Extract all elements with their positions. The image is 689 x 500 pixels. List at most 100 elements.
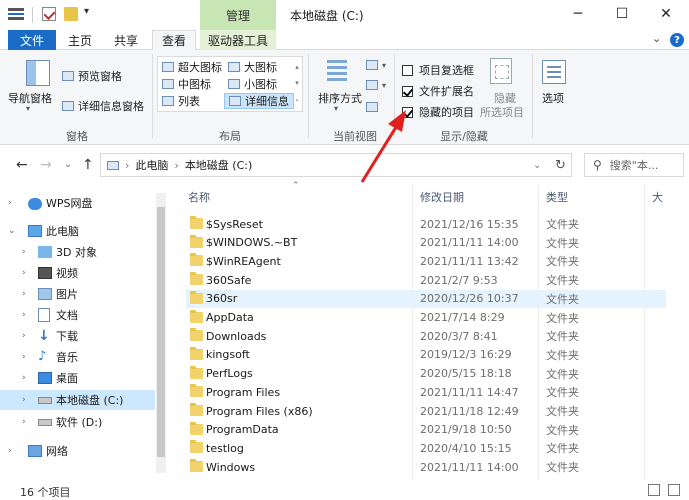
sort-by-button[interactable] (324, 58, 350, 86)
checkbox[interactable] (402, 106, 413, 118)
table-row[interactable]: $WinREAgent 2021/11/11 13:42 文件夹 (186, 252, 666, 270)
checkbox[interactable] (402, 64, 413, 76)
sidebar-item-music[interactable]: › ♪ 音乐 (0, 347, 155, 367)
details-pane-button[interactable]: 详细信息窗格 (62, 98, 144, 114)
tab-file[interactable]: 文件 (8, 30, 56, 50)
sort-by-label[interactable]: 排序方式 (318, 90, 362, 106)
expand-chevron-icon[interactable]: › (22, 417, 26, 427)
sidebar-item-videos[interactable]: › 视频 (0, 263, 155, 283)
table-row[interactable]: Windows 2021/11/11 14:00 文件夹 (186, 458, 666, 476)
column-header-name[interactable]: 名称 (188, 189, 210, 205)
video-icon (38, 267, 52, 279)
search-input[interactable]: ⚲ 搜索"本... (584, 153, 684, 177)
table-row[interactable]: ProgramData 2021/9/18 10:50 文件夹 (186, 421, 666, 439)
add-columns-button[interactable]: ▾ (366, 80, 386, 90)
table-row[interactable]: Program Files 2021/11/11 14:47 文件夹 (186, 383, 666, 401)
sidebar-item-desktop[interactable]: › 桌面 (0, 368, 155, 388)
table-row[interactable]: $SysReset 2021/12/16 15:35 文件夹 (186, 215, 666, 233)
layout-large-icons[interactable]: 大图标 (228, 59, 277, 75)
sort-by-chevron-down-icon[interactable]: ▾ (334, 104, 338, 113)
collapse-chevron-icon[interactable]: ⌄ (8, 226, 16, 236)
expand-chevron-icon[interactable]: › (22, 268, 26, 278)
collapse-ribbon-chevron-icon[interactable]: ⌄ (652, 32, 661, 45)
sidebar-item-software-d[interactable]: › 软件 (D:) (0, 412, 155, 432)
nav-pane-button[interactable] (18, 60, 58, 86)
minimize-button[interactable]: ─ (564, 2, 592, 26)
large-icons-view-icon[interactable] (668, 484, 680, 496)
tab-home[interactable]: 主页 (62, 30, 98, 50)
tab-share[interactable]: 共享 (108, 30, 144, 50)
explorer-app-icon[interactable] (8, 8, 24, 20)
column-header-type[interactable]: 类型 (546, 189, 568, 205)
table-row[interactable]: PerfLogs 2020/5/15 18:18 文件夹 (186, 365, 666, 383)
size-columns-button[interactable] (366, 102, 382, 112)
expand-chevron-icon[interactable]: › (22, 352, 26, 362)
details-view-icon[interactable] (648, 484, 660, 496)
table-row[interactable]: kingsoft 2019/12/3 16:29 文件夹 (186, 346, 666, 364)
table-row[interactable]: $WINDOWS.~BT 2021/11/11 14:00 文件夹 (186, 234, 666, 252)
expand-chevron-icon[interactable]: › (22, 247, 26, 257)
layout-details[interactable]: 详细信息 (224, 93, 294, 109)
tab-manage[interactable]: 管理 (200, 0, 276, 30)
recent-locations-chevron-icon[interactable]: ⌄ (64, 159, 72, 170)
options-button[interactable] (542, 60, 566, 84)
customize-quick-access-chevron-down-icon[interactable]: ▾ (84, 6, 89, 17)
preview-pane-button[interactable]: 预览窗格 (62, 68, 122, 84)
options-label[interactable]: 选项 (542, 90, 564, 106)
expand-chevron-icon[interactable]: › (22, 331, 26, 341)
expand-chevron-icon[interactable]: › (22, 289, 26, 299)
new-folder-icon[interactable] (64, 7, 78, 21)
breadcrumb-local-disk[interactable]: 本地磁盘 (C:) (185, 157, 252, 173)
nav-pane-scrollbar[interactable] (156, 193, 166, 473)
nav-pane-chevron-down-icon[interactable]: ▾ (26, 104, 30, 113)
sidebar-item-pictures[interactable]: › 图片 (0, 284, 155, 304)
table-row[interactable]: 360sr 2020/12/26 10:37 文件夹 (186, 289, 666, 308)
table-row[interactable]: AppData 2021/7/14 8:29 文件夹 (186, 309, 666, 327)
layout-list[interactable]: 列表 (162, 93, 200, 109)
properties-icon[interactable] (42, 7, 56, 21)
sidebar-item-wps-cloud[interactable]: › WPS网盘 (0, 193, 155, 213)
tab-view[interactable]: 查看 (152, 30, 196, 51)
expand-chevron-icon[interactable]: › (22, 373, 26, 383)
layout-gallery-scroll[interactable]: ▴ ▾ ⌄ (293, 59, 301, 109)
group-by-button[interactable]: ▾ (366, 60, 386, 70)
maximize-button[interactable]: ☐ (608, 2, 636, 26)
breadcrumb-this-pc[interactable]: 此电脑 (135, 157, 168, 173)
file-extensions-toggle[interactable]: 文件扩展名 (402, 83, 474, 99)
expand-chevron-icon[interactable]: › (22, 395, 26, 405)
sidebar-item-documents[interactable]: › 文档 (0, 305, 155, 325)
address-history-chevron-icon[interactable]: ⌄ (533, 160, 541, 171)
address-bar[interactable]: › 此电脑 › 本地磁盘 (C:) ⌄ ↻ (100, 153, 572, 177)
back-arrow-icon[interactable]: ← (16, 157, 28, 173)
close-button[interactable]: ✕ (652, 2, 680, 26)
hidden-items-toggle[interactable]: 隐藏的项目 (402, 104, 474, 120)
table-row[interactable]: testlog 2020/4/10 15:15 文件夹 (186, 439, 666, 457)
layout-extra-large-icons[interactable]: 超大图标 (162, 59, 222, 75)
table-row[interactable]: 360Safe 2021/2/7 9:53 文件夹 (186, 271, 666, 289)
hide-selected-button[interactable] (490, 58, 512, 84)
expand-chevron-icon[interactable]: › (22, 310, 26, 320)
sidebar-item-local-disk-c[interactable]: › 本地磁盘 (C:) (0, 390, 155, 410)
table-row[interactable]: Program Files (x86) 2021/11/18 12:49 文件夹 (186, 402, 666, 420)
column-header-size[interactable]: 大 (652, 189, 663, 205)
item-checkboxes-toggle[interactable]: 项目复选框 (402, 62, 474, 78)
desktop-icon (38, 372, 52, 384)
help-icon[interactable]: ? (670, 33, 684, 47)
sidebar-item-label: 图片 (56, 288, 78, 301)
column-header-date-modified[interactable]: 修改日期 (420, 189, 464, 205)
sidebar-item-downloads[interactable]: › ↓ 下载 (0, 326, 155, 346)
layout-medium-icons[interactable]: 中图标 (162, 76, 211, 92)
layout-small-icons[interactable]: 小图标 (228, 76, 277, 92)
nav-pane-scroll-thumb[interactable] (157, 207, 165, 457)
expand-chevron-icon[interactable]: › (8, 446, 12, 456)
table-row[interactable]: Downloads 2020/3/7 8:41 文件夹 (186, 327, 666, 345)
checkbox[interactable] (402, 85, 413, 97)
sidebar-item-network[interactable]: › 网络 (0, 441, 155, 461)
refresh-icon[interactable]: ↻ (555, 158, 566, 173)
tab-drive-tools[interactable]: 驱动器工具 (200, 30, 276, 50)
up-arrow-icon[interactable]: ↑ (82, 157, 94, 173)
expand-chevron-icon[interactable]: › (8, 198, 12, 208)
forward-arrow-icon[interactable]: → (40, 157, 52, 173)
sidebar-item-3d-objects[interactable]: › 3D 对象 (0, 242, 155, 262)
sidebar-item-this-pc[interactable]: ⌄ 此电脑 (0, 221, 155, 241)
